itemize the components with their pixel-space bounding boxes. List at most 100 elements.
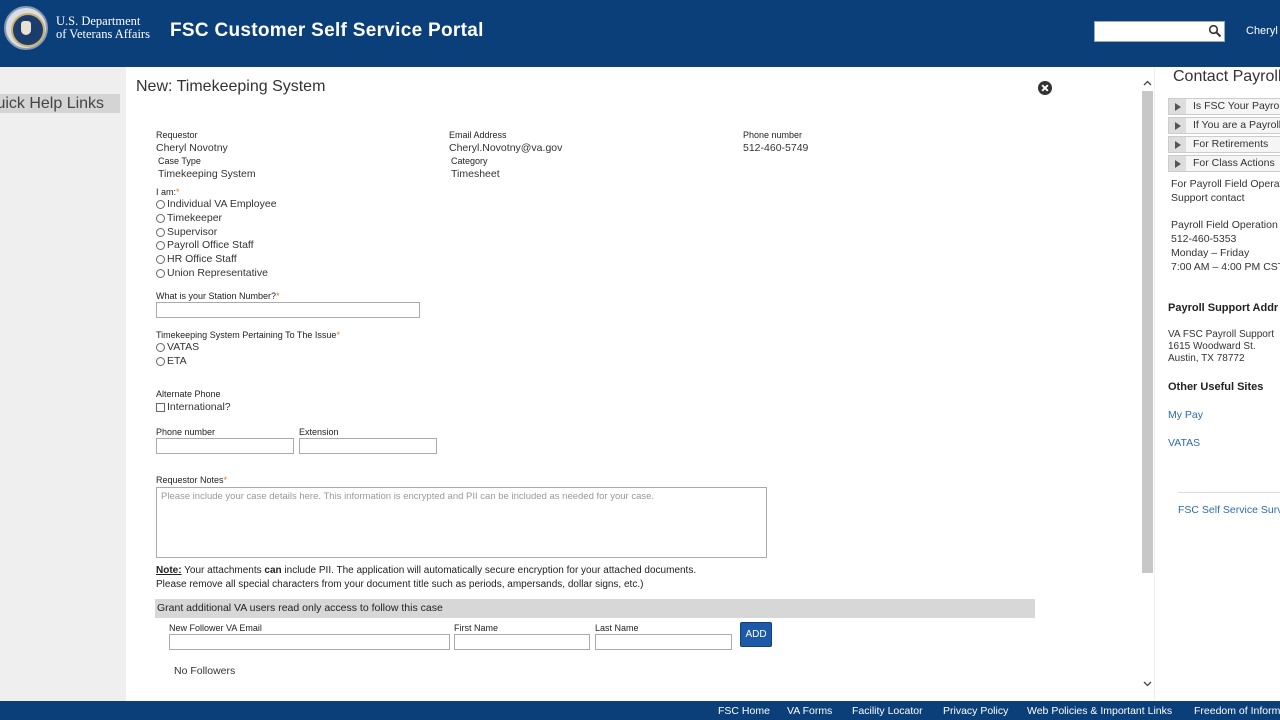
expand-arrow-icon: [1169, 118, 1186, 133]
requestor-label: Requestor: [156, 130, 198, 140]
international-checkbox-row[interactable]: International?: [156, 401, 231, 413]
tk-system-label: Timekeeping System Pertaining To The Iss…: [156, 330, 340, 340]
accordion-item-class-actions[interactable]: For Class Actions: [1168, 155, 1280, 172]
radio-vatas[interactable]: VATAS: [156, 341, 199, 353]
accordion-item-payroll[interactable]: If You are a Payroll: [1168, 117, 1280, 134]
radio-label: VATAS: [167, 341, 200, 353]
requestor-notes-textarea[interactable]: Please include your case details here. T…: [156, 487, 767, 558]
footer-link-foia[interactable]: Freedom of Inform: [1194, 705, 1280, 717]
email-value: Cheryl.Novotny@va.gov: [449, 142, 563, 154]
accordion-label: If You are a Payroll: [1193, 119, 1280, 131]
modal-scrollbar[interactable]: [1141, 67, 1154, 701]
dept-name[interactable]: U.S. Department of Veterans Affairs: [56, 15, 150, 41]
email-label: Email Address: [449, 130, 507, 140]
link-self-service-survey[interactable]: FSC Self Service Surve: [1178, 504, 1280, 516]
search-input[interactable]: [1094, 21, 1225, 42]
va-seal-logo-icon[interactable]: [4, 6, 48, 50]
last-name-input[interactable]: [595, 634, 732, 650]
station-label-text: What is your Station Number?: [156, 291, 277, 301]
field-ops-text2: Support contact: [1171, 192, 1245, 204]
dept-line2: of Veterans Affairs: [56, 27, 150, 41]
station-number-input[interactable]: [156, 302, 420, 318]
alt-phone-input[interactable]: [156, 438, 294, 454]
required-asterisk: *: [176, 187, 180, 197]
last-name-label: Last Name: [595, 623, 639, 633]
quick-help-links[interactable]: Quick Help Links: [0, 94, 120, 113]
radio-button[interactable]: [156, 268, 165, 278]
expand-arrow-icon: [1169, 156, 1186, 171]
first-name-input[interactable]: [454, 634, 590, 650]
accordion-label: For Class Actions: [1193, 157, 1275, 169]
category-value: Timesheet: [451, 168, 500, 180]
chevron-up-icon[interactable]: [1143, 79, 1152, 88]
radio-label: HR Office Staff: [167, 253, 237, 265]
radio-button[interactable]: [156, 227, 165, 237]
modal-title: New: Timekeeping System: [136, 78, 326, 95]
other-sites-heading: Other Useful Sites: [1168, 381, 1264, 393]
link-vatas[interactable]: VATAS: [1168, 437, 1200, 449]
grant-access-header: Grant additional VA users read only acce…: [155, 599, 1035, 618]
search-icon[interactable]: [1208, 24, 1222, 38]
case-type-label: Case Type: [158, 156, 201, 166]
extension-input[interactable]: [299, 438, 437, 454]
footer-link-web-policies[interactable]: Web Policies & Important Links: [1027, 705, 1172, 717]
radio-button[interactable]: [156, 254, 165, 264]
footer-link-privacy-policy[interactable]: Privacy Policy: [943, 705, 1008, 717]
radio-button[interactable]: [156, 342, 165, 352]
radio-button[interactable]: [156, 356, 165, 366]
note-prefix: Note:: [156, 565, 182, 576]
radio-label: Individual VA Employee: [167, 198, 277, 210]
site-footer: FSC Home VA Forms Facility Locator Priva…: [0, 701, 1280, 720]
expand-arrow-icon: [1169, 99, 1186, 114]
attachment-note-line1: Note: Your attachments can include PII. …: [156, 564, 696, 578]
radio-button[interactable]: [156, 213, 165, 223]
footer-link-fsc-home[interactable]: FSC Home: [718, 705, 770, 717]
footer-link-facility-locator[interactable]: Facility Locator: [852, 705, 923, 717]
international-checkbox[interactable]: [156, 402, 165, 412]
required-asterisk: *: [276, 291, 280, 301]
expand-arrow-icon: [1169, 137, 1186, 152]
first-name-label: First Name: [454, 623, 499, 633]
station-label: What is your Station Number?*: [156, 291, 280, 301]
radio-hr-office-staff[interactable]: HR Office Staff: [156, 253, 237, 265]
scrollbar-thumb[interactable]: [1142, 91, 1153, 573]
case-type-value: Timekeeping System: [158, 168, 256, 180]
follower-email-label: New Follower VA Email: [169, 623, 262, 633]
field-ops-name: Payroll Field Operation: [1171, 219, 1278, 231]
add-follower-button[interactable]: ADD: [740, 622, 772, 647]
user-name[interactable]: Cheryl: [1246, 25, 1278, 37]
accordion-item-retirements[interactable]: For Retirements: [1168, 136, 1280, 153]
radio-supervisor[interactable]: Supervisor: [156, 226, 217, 238]
chevron-down-icon[interactable]: [1143, 679, 1152, 688]
new-case-modal: New: Timekeeping System Requestor Cheryl…: [126, 67, 1142, 701]
link-my-pay[interactable]: My Pay: [1168, 409, 1203, 421]
contact-payroll-heading: Contact Payroll: [1173, 68, 1280, 85]
accordion-item-fsc-payroll[interactable]: Is FSC Your Payroll: [1168, 98, 1280, 115]
radio-label: ETA: [167, 355, 187, 367]
radio-union-representative[interactable]: Union Representative: [156, 267, 268, 279]
footer-link-va-forms[interactable]: VA Forms: [787, 705, 832, 717]
note-text-a: Your attachments: [181, 565, 265, 576]
required-asterisk: *: [336, 330, 340, 340]
portal-title: FSC Customer Self Service Portal: [170, 20, 484, 41]
phone-value: 512-460-5749: [743, 142, 809, 154]
radio-label: Timekeeper: [167, 212, 223, 224]
radio-label: Payroll Office Staff: [167, 239, 254, 251]
radio-button[interactable]: [156, 240, 165, 250]
follower-email-input[interactable]: [169, 634, 450, 650]
quick-help-label: Quick Help Links: [0, 95, 105, 112]
international-label: International?: [167, 401, 231, 413]
radio-timekeeper[interactable]: Timekeeper: [156, 212, 222, 224]
radio-eta[interactable]: ETA: [156, 355, 187, 367]
field-ops-phone: 512-460-5353: [1171, 233, 1237, 245]
notes-label: Requestor Notes*: [156, 475, 227, 485]
iam-label-text: I am:: [156, 187, 177, 197]
right-sidebar: Contact Payroll Is FSC Your Payroll If Y…: [1155, 67, 1280, 701]
radio-button[interactable]: [156, 199, 165, 209]
close-icon[interactable]: [1038, 81, 1052, 95]
accordion-label: For Retirements: [1193, 138, 1269, 150]
radio-individual-employee[interactable]: Individual VA Employee: [156, 198, 277, 210]
alt-phone-label: Alternate Phone: [156, 389, 221, 399]
field-ops-text1: For Payroll Field Operat: [1171, 178, 1280, 190]
radio-payroll-office-staff[interactable]: Payroll Office Staff: [156, 239, 254, 251]
